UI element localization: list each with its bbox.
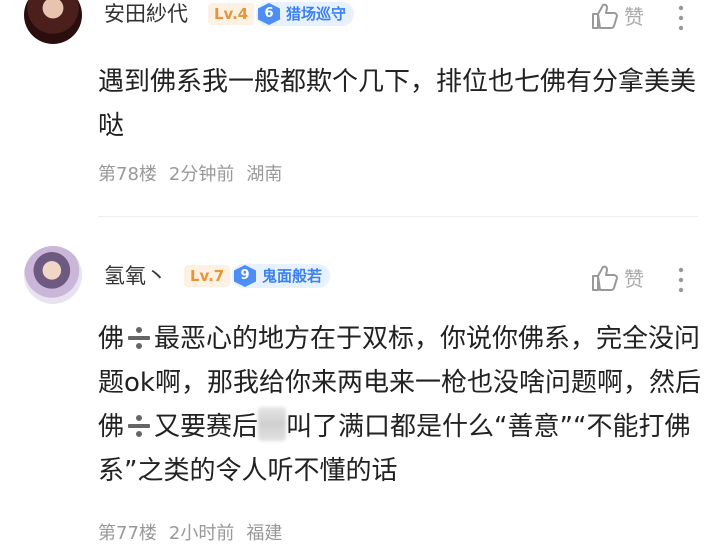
like-label[interactable]: 赞 [624, 267, 644, 291]
divide-emoji-icon [128, 327, 151, 349]
title-badge[interactable]: 6 猎场巡守 [256, 2, 355, 26]
thumbs-up-icon[interactable] [590, 2, 620, 30]
avatar[interactable] [24, 0, 82, 44]
comment-meta: 第78楼 2分钟前 湖南 [98, 164, 294, 186]
floor-number: 第77楼 [98, 523, 157, 544]
like-label[interactable]: 赞 [624, 5, 644, 29]
post-time: 2分钟前 [168, 164, 235, 185]
badge-label: 鬼面般若 [262, 267, 323, 285]
text-segment: 又要赛后 [154, 412, 259, 442]
floor-number: 第78楼 [98, 164, 157, 185]
comment-meta: 第77楼 2小时前 福建 [98, 523, 294, 545]
badge-number: 9 [234, 265, 256, 287]
more-vertical-icon[interactable] [678, 5, 684, 31]
location: 福建 [246, 523, 283, 544]
comment-text: 佛 最恶心的地方在于双标，你说你佛系，完全没问题ok啊，那我给你来两电来一枪也没… [98, 317, 708, 493]
username[interactable]: 安田紗代 [104, 2, 188, 26]
location: 湖南 [246, 164, 283, 185]
level-badge: Lv.7 [184, 265, 231, 287]
username[interactable]: 氢氧丶 [104, 264, 167, 288]
comment-text: 遇到佛系我一般都欺个几下，排位也七佛有分拿美美哒 [98, 67, 697, 141]
divide-emoji-icon [128, 415, 151, 437]
title-badge[interactable]: 9 鬼面般若 [232, 264, 331, 288]
text-segment: 佛 [98, 324, 125, 354]
more-vertical-icon[interactable] [678, 267, 684, 293]
badge-number: 6 [258, 3, 280, 25]
blurred-image [258, 407, 287, 441]
avatar[interactable] [24, 246, 82, 304]
divider [98, 216, 698, 217]
badge-label: 猎场巡守 [286, 5, 347, 23]
post-time: 2小时前 [168, 523, 235, 544]
thumbs-up-icon[interactable] [590, 264, 620, 292]
level-badge: Lv.4 [208, 3, 255, 25]
